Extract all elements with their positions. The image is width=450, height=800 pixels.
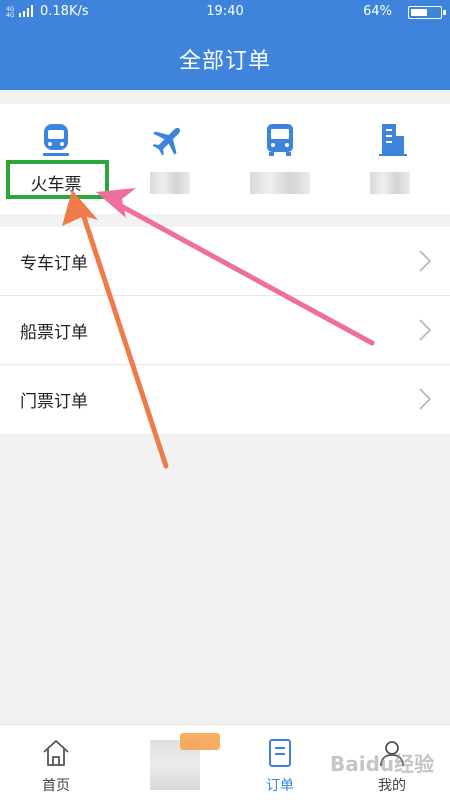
list-item-label: 专车订单 — [20, 254, 88, 274]
tab-label: 我的 — [378, 778, 406, 794]
chevron-right-icon — [419, 319, 432, 341]
list-item-label: 门票订单 — [20, 392, 88, 412]
battery-percent: 64% — [363, 4, 392, 19]
category-hotel[interactable] — [336, 104, 448, 214]
tab-orders[interactable]: 订单 — [224, 725, 336, 800]
list-item-ship[interactable]: 船票订单 — [0, 296, 450, 365]
tab-label: 订单 — [266, 778, 294, 794]
airplane-icon — [152, 127, 181, 156]
category-bus[interactable] — [224, 104, 336, 214]
page-title: 全部订单 — [178, 49, 271, 74]
blurred-label — [150, 172, 190, 194]
watermark: Baidu经验 — [330, 752, 435, 776]
hotel-building-icon — [379, 124, 407, 156]
battery-icon — [408, 6, 446, 19]
tab-home[interactable]: 首页 — [0, 725, 112, 800]
home-icon — [43, 740, 69, 766]
category-flight[interactable] — [112, 104, 224, 214]
tab-label: 首页 — [42, 778, 70, 794]
chevron-right-icon — [419, 250, 432, 272]
order-document-icon — [269, 739, 291, 767]
bus-icon — [267, 124, 293, 156]
list-item-label: 船票订单 — [20, 323, 88, 343]
list-item-special-car[interactable]: 专车订单 — [0, 227, 450, 296]
highlight-box — [6, 160, 109, 199]
chevron-right-icon — [419, 388, 432, 410]
tab-badge — [180, 733, 220, 750]
order-list: 专车订单 船票订单 门票订单 — [0, 227, 450, 434]
app-header: 全部订单 — [0, 24, 450, 90]
blurred-label — [250, 172, 310, 194]
list-item-ticket[interactable]: 门票订单 — [0, 365, 450, 434]
blurred-label — [370, 172, 410, 194]
status-bar: 4G 4G 0.18K/s 19:40 64% — [0, 0, 450, 24]
train-icon — [43, 124, 69, 156]
